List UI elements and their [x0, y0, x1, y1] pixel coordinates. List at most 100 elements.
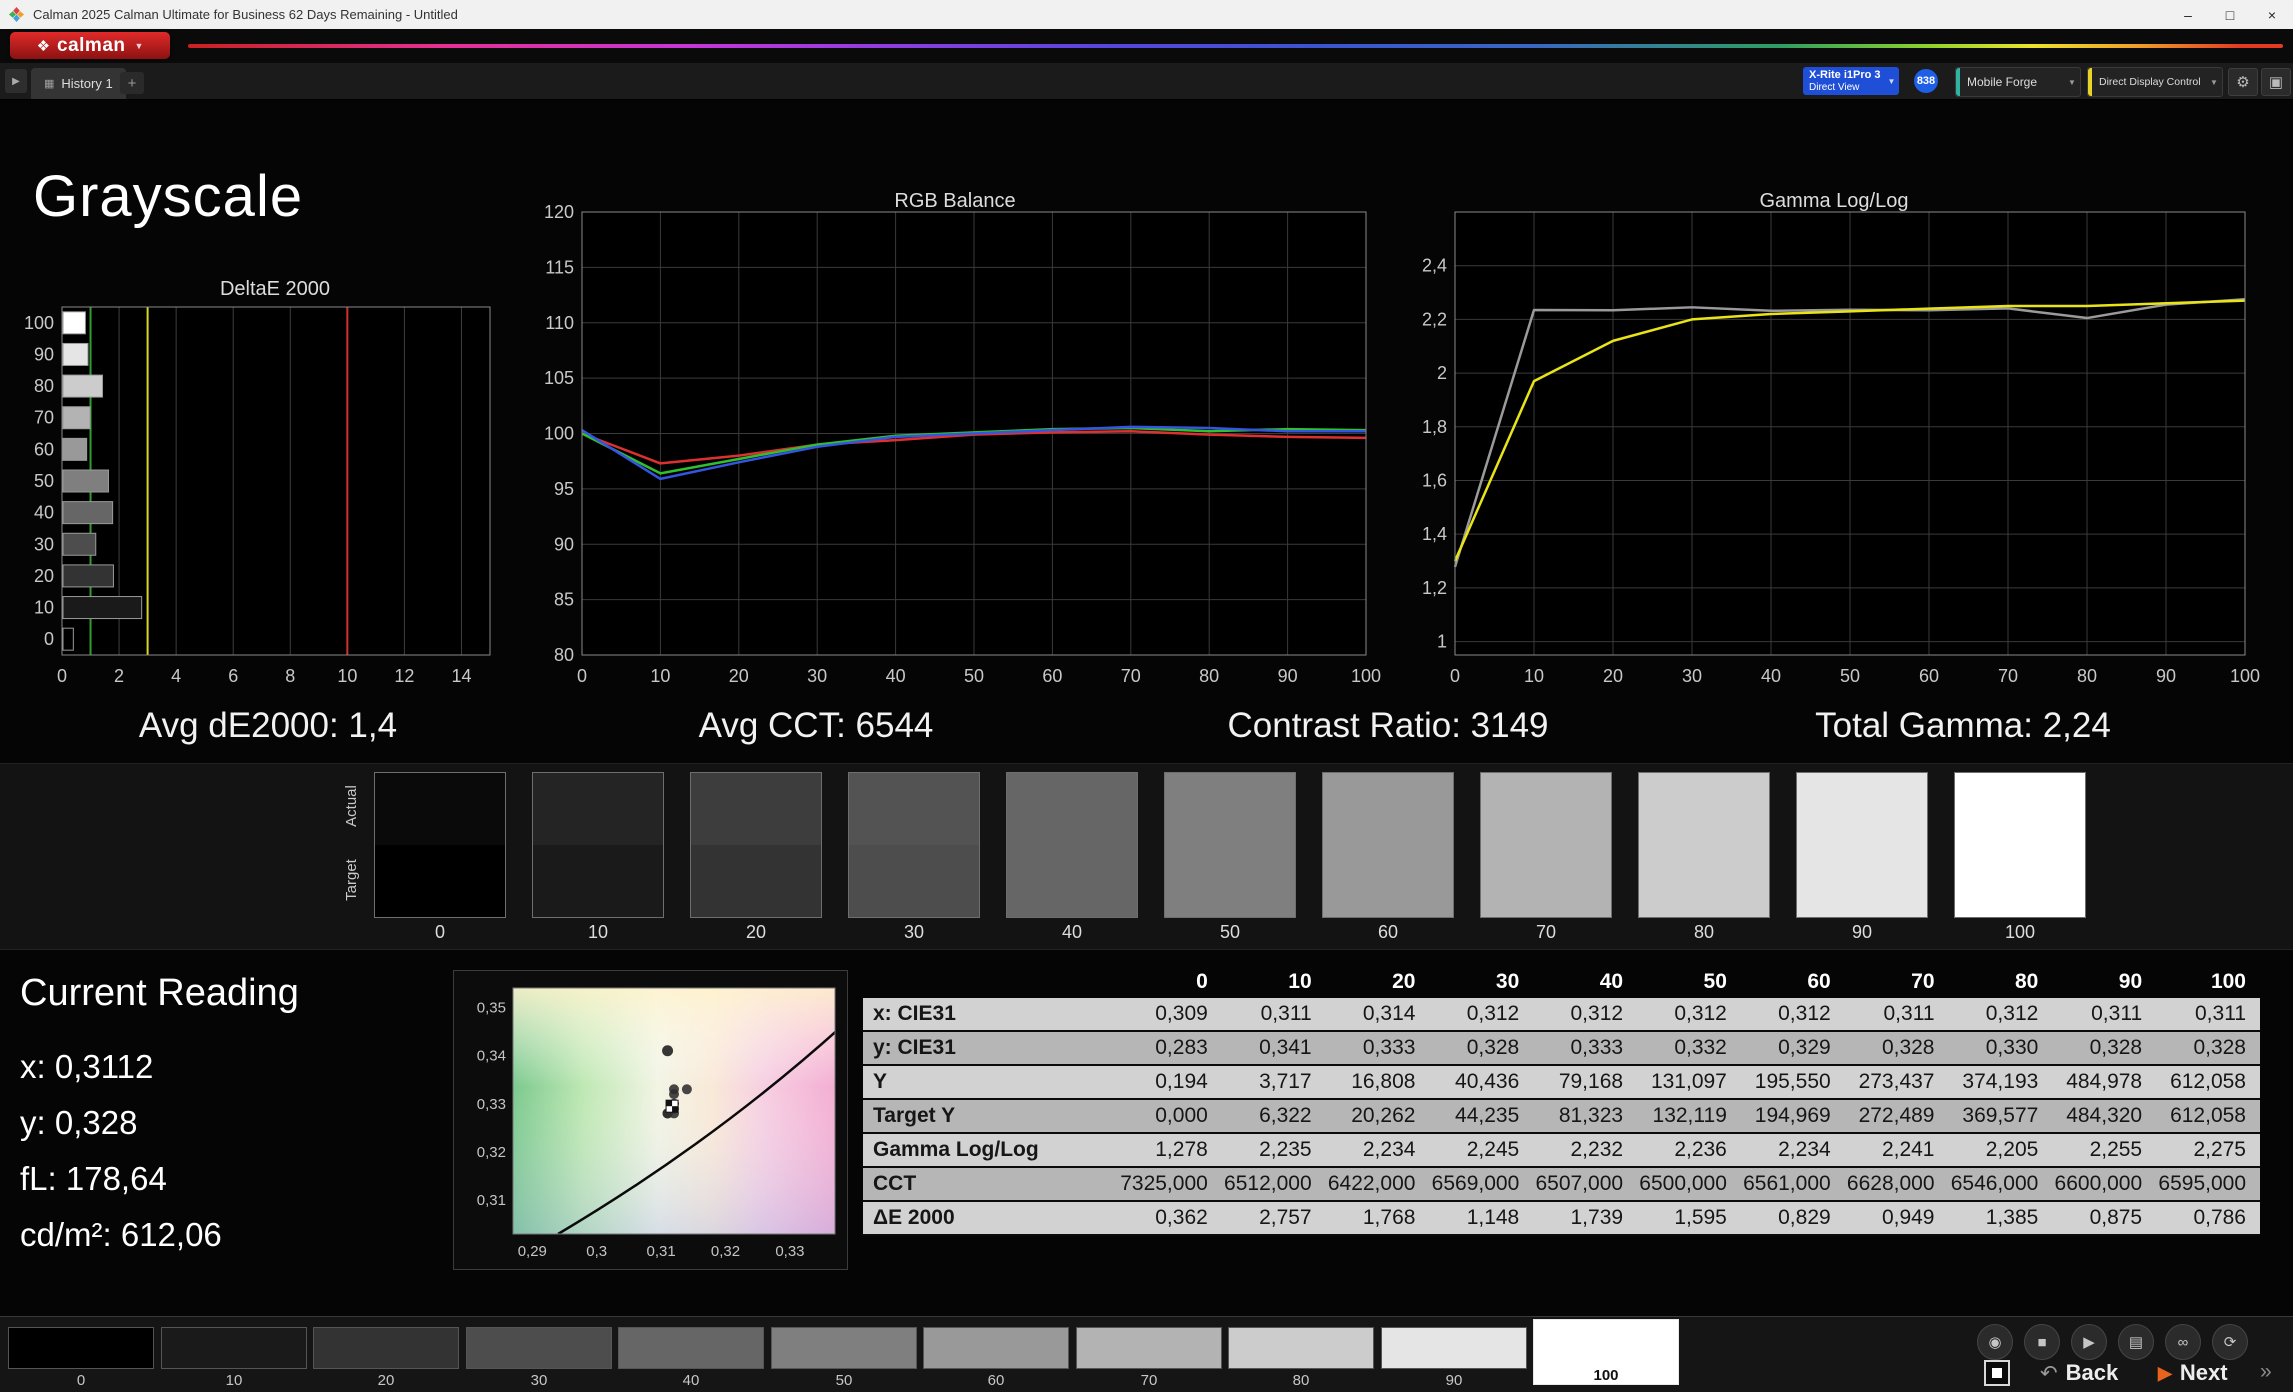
pattern-window-toggle[interactable] [1984, 1360, 2010, 1386]
table-cell: 3,717 [1222, 1065, 1326, 1099]
pattern-patch-0[interactable] [8, 1327, 154, 1369]
svg-text:20: 20 [729, 666, 749, 686]
pattern-patch-30[interactable] [466, 1327, 612, 1369]
svg-text:0,29: 0,29 [518, 1243, 547, 1260]
table-column-header: 60 [1741, 965, 1845, 998]
chevron-down-icon: ▼ [135, 41, 144, 51]
reading-y-value: y: 0,328 [20, 1104, 137, 1142]
svg-text:120: 120 [544, 202, 574, 222]
next-button[interactable]: ▶ Next [2158, 1356, 2228, 1390]
table-row: Gamma Log/Log1,2782,2352,2342,2452,2322,… [863, 1133, 2260, 1167]
grayscale-data-table-container: 0102030405060708090100x: CIE310,3090,311… [863, 965, 2260, 1236]
table-row-label: Gamma Log/Log [863, 1133, 1118, 1167]
table-cell: 79,168 [1533, 1065, 1637, 1099]
table-row: x: CIE310,3090,3110,3140,3120,3120,3120,… [863, 998, 2260, 1031]
pattern-patch-80[interactable] [1228, 1327, 1374, 1369]
swatch-actual-half [849, 773, 979, 845]
table-cell: 0,328 [2156, 1031, 2260, 1065]
svg-text:10: 10 [337, 666, 357, 686]
table-cell: 1,595 [1637, 1201, 1741, 1235]
swatch-level-label: 30 [848, 922, 980, 943]
cie-chromaticity-panel: 0,350,340,330,320,310,290,30,310,320,33 [453, 970, 848, 1270]
table-column-header: 80 [1949, 965, 2053, 998]
meter-name: X-Rite i1Pro 3 [1809, 69, 1884, 81]
table-cell: 0,329 [1741, 1031, 1845, 1065]
table-cell: 16,808 [1326, 1065, 1430, 1099]
svg-text:0,35: 0,35 [477, 999, 506, 1016]
continuous-measure-button[interactable]: ∞ [2165, 1324, 2201, 1360]
meter-selector-x-rite[interactable]: X-Rite i1Pro 3 Direct View ▼ [1803, 67, 1899, 95]
svg-text:40: 40 [34, 503, 54, 523]
svg-text:30: 30 [1682, 666, 1702, 686]
add-tab-button[interactable]: + [120, 72, 144, 94]
refresh-button[interactable]: ⟳ [2212, 1324, 2248, 1360]
svg-text:50: 50 [34, 471, 54, 491]
swatch-actual-half [1955, 773, 2085, 845]
table-cell: 6600,000 [2052, 1167, 2156, 1201]
table-cell: 195,550 [1741, 1065, 1845, 1099]
table-cell: 0,333 [1533, 1031, 1637, 1065]
back-button[interactable]: ↶ Back [2040, 1356, 2118, 1390]
table-row: CCT7325,0006512,0006422,0006569,0006507,… [863, 1167, 2260, 1201]
table-row-label: Target Y [863, 1099, 1118, 1133]
pattern-button[interactable]: ▤ [2118, 1324, 2154, 1360]
pattern-patch-10[interactable] [161, 1327, 307, 1369]
swatch-level-label: 60 [1322, 922, 1454, 943]
pattern-patch-40[interactable] [618, 1327, 764, 1369]
svg-text:0,32: 0,32 [711, 1243, 740, 1260]
deltae-chart-title: DeltaE 2000 [75, 278, 475, 301]
pattern-patch-label: 80 [1228, 1372, 1374, 1389]
meter-labels: X-Rite i1Pro 3 Direct View [1803, 69, 1884, 92]
svg-text:80: 80 [1199, 666, 1219, 686]
table-cell: 0,333 [1326, 1031, 1430, 1065]
svg-text:4: 4 [171, 666, 181, 686]
table-cell: 6507,000 [1533, 1167, 1637, 1201]
table-row: Y0,1943,71716,80840,43679,168131,097195,… [863, 1065, 2260, 1099]
svg-text:0,33: 0,33 [477, 1096, 506, 1113]
rainbow-gradient-bar [188, 44, 2283, 48]
capture-button[interactable]: ◉ [1977, 1324, 2013, 1360]
grayscale-swatch-50 [1164, 772, 1296, 918]
pattern-patch-60[interactable] [923, 1327, 1069, 1369]
table-column-header: 100 [2156, 965, 2260, 998]
svg-text:105: 105 [544, 368, 574, 388]
display-control-selector[interactable]: Direct Display Control ▼ [2087, 67, 2223, 97]
table-cell: 374,193 [1949, 1065, 2053, 1099]
table-row-label: y: CIE31 [863, 1031, 1118, 1065]
play-button[interactable]: ▶ [2071, 1324, 2107, 1360]
source-label: Mobile Forge [1960, 75, 2064, 89]
history-panel-expand-button[interactable]: ▶ [5, 69, 27, 93]
close-button[interactable]: × [2251, 0, 2293, 29]
source-selector-mobile-forge[interactable]: Mobile Forge ▼ [1955, 67, 2081, 97]
table-cell: 0,829 [1741, 1201, 1845, 1235]
table-cell: 369,577 [1949, 1099, 2053, 1133]
svg-text:70: 70 [34, 408, 54, 428]
pattern-patch-20[interactable] [313, 1327, 459, 1369]
pattern-patch-90[interactable] [1381, 1327, 1527, 1369]
swatch-target-half [1323, 845, 1453, 917]
table-cell: 0,194 [1118, 1065, 1222, 1099]
settings-gear-button[interactable]: ⚙ [2228, 68, 2258, 96]
pattern-patch-50[interactable] [771, 1327, 917, 1369]
svg-text:60: 60 [1042, 666, 1062, 686]
pattern-patch-label: 0 [8, 1372, 154, 1389]
table-cell: 132,119 [1637, 1099, 1741, 1133]
svg-text:20: 20 [34, 566, 54, 586]
pattern-patch-70[interactable] [1076, 1327, 1222, 1369]
tab-history-1[interactable]: ▦ History 1 [31, 68, 126, 99]
workspace-layout-button[interactable]: ▣ [2261, 68, 2291, 96]
table-row-label: Y [863, 1065, 1118, 1099]
table-cell: 40,436 [1429, 1065, 1533, 1099]
fast-forward-icon[interactable]: » [2260, 1360, 2272, 1384]
page-title: Grayscale [33, 163, 303, 230]
stop-button[interactable]: ■ [2024, 1324, 2060, 1360]
calman-menu-button[interactable]: ❖ calman ▼ [10, 32, 170, 59]
swatch-level-label: 40 [1006, 922, 1138, 943]
maximize-button[interactable]: □ [2209, 0, 2251, 29]
table-cell: 6,322 [1222, 1099, 1326, 1133]
svg-text:0: 0 [1450, 666, 1460, 686]
calman-logo-text: calman [57, 35, 125, 57]
minimize-button[interactable]: – [2167, 0, 2209, 29]
table-cell: 2,235 [1222, 1133, 1326, 1167]
swatch-target-half [691, 845, 821, 917]
